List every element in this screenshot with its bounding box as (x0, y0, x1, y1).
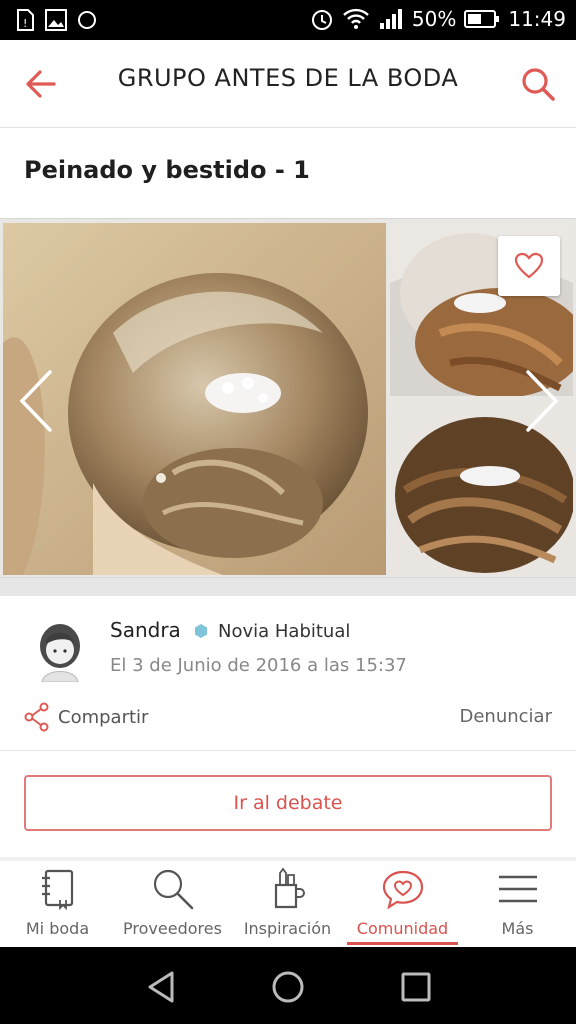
image-icon (45, 9, 67, 31)
active-tab-indicator (347, 942, 458, 945)
author-name[interactable]: Sandra (110, 618, 181, 642)
system-back-button[interactable] (140, 965, 184, 1009)
circle-home-icon (272, 971, 304, 1003)
status-left-icons: ! (14, 8, 98, 32)
pencil-cup-icon (274, 867, 305, 909)
battery-icon (464, 10, 500, 28)
menu-icon (498, 875, 537, 903)
post-date: El 3 de Junio de 2016 a las 15:37 (110, 655, 407, 676)
tab-label: Proveedores (123, 919, 222, 938)
chevron-right-icon (526, 370, 559, 432)
back-button[interactable] (20, 64, 60, 104)
sim-alert-icon: ! (17, 9, 34, 31)
search-icon (522, 68, 555, 101)
tab-label: Comunidad (356, 919, 449, 938)
divider (0, 750, 576, 751)
tab-label: Más (501, 919, 534, 938)
chat-heart-icon (382, 870, 423, 909)
tab-mi-boda[interactable]: Mi boda (0, 861, 115, 947)
avatar[interactable] (30, 618, 90, 683)
share-label: Compartir (58, 706, 149, 728)
gallery-next-button[interactable] (520, 368, 564, 434)
author-badge: Novia Habitual (218, 621, 351, 642)
search-icon (153, 869, 193, 910)
page-title: GRUPO ANTES DE LA BODA (117, 64, 459, 92)
share-button[interactable]: Compartir (24, 702, 148, 732)
bottom-tab-bar: Mi boda Proveedores Inspiración Comunida… (0, 861, 576, 947)
status-bar: ! 50% 11:49 (0, 0, 576, 40)
search-button[interactable] (518, 64, 558, 104)
chevron-left-icon (19, 370, 52, 432)
square-recents-icon (401, 972, 431, 1002)
triangle-back-icon (148, 971, 174, 1003)
heart-icon (514, 252, 544, 279)
go-to-debate-button[interactable]: Ir al debate (24, 775, 552, 831)
battery-percent: 50% (411, 7, 457, 31)
tab-comunidad[interactable]: Comunidad (345, 861, 460, 947)
circle-icon (78, 11, 96, 29)
photo-main[interactable] (3, 223, 386, 575)
notebook-icon (41, 869, 73, 910)
arrow-left-icon (26, 70, 56, 98)
photo-gallery[interactable] (0, 218, 576, 578)
tab-label: Inspiración (243, 919, 332, 938)
favorite-button[interactable] (498, 236, 560, 296)
tab-mas[interactable]: Más (460, 861, 575, 947)
share-icon (24, 702, 49, 732)
post-title: Peinado y bestido - 1 (24, 156, 310, 184)
tab-inspiracion[interactable]: Inspiración (230, 861, 345, 947)
app-bar: GRUPO ANTES DE LA BODA (0, 40, 576, 128)
system-home-button[interactable] (266, 965, 310, 1009)
status-right: 50% 11:49 (310, 6, 566, 32)
tab-proveedores[interactable]: Proveedores (115, 861, 230, 947)
signal-icon (379, 9, 402, 29)
wifi-icon (343, 8, 369, 29)
system-nav-bar (0, 947, 576, 1024)
gallery-prev-button[interactable] (14, 368, 58, 434)
report-button[interactable]: Denunciar (460, 706, 553, 727)
svg-text:!: ! (23, 17, 27, 30)
tab-label: Mi boda (25, 919, 90, 938)
alarm-icon (311, 10, 332, 30)
clock: 11:49 (508, 7, 566, 31)
system-recents-button[interactable] (394, 965, 438, 1009)
badge-icon (193, 623, 209, 639)
section-separator (0, 578, 576, 596)
